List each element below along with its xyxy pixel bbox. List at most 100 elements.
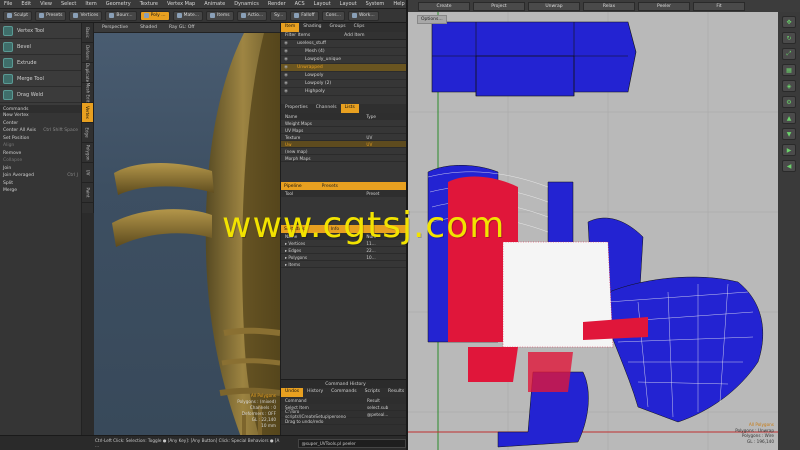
scale-icon[interactable]: ⤢: [782, 48, 796, 60]
item-row[interactable]: ◉ Lowpoly: [281, 72, 406, 80]
uv-project-button[interactable]: Project: [473, 1, 525, 11]
menu-view[interactable]: View: [40, 1, 52, 7]
menu-dynamics[interactable]: Dynamics: [234, 1, 259, 7]
grid-icon[interactable]: ▦: [782, 64, 796, 76]
rotate-icon[interactable]: ↻: [782, 32, 796, 44]
boundary-mode-button[interactable]: Bourr...: [105, 10, 137, 21]
tab-deform[interactable]: Deform: [82, 43, 93, 63]
arrow-up-icon[interactable]: ▲: [782, 112, 796, 124]
command-set-position[interactable]: Set Position: [0, 136, 81, 144]
command-join-averaged[interactable]: Join Averaged Ctrl J: [0, 173, 81, 181]
tab-item[interactable]: Item: [281, 23, 300, 32]
item-row[interactable]: ◉ Mesh (4): [281, 48, 406, 56]
menu-animate[interactable]: Animate: [204, 1, 225, 7]
presets-button[interactable]: Presets: [35, 10, 67, 21]
tab-history[interactable]: History: [303, 388, 327, 397]
menu-acs[interactable]: ACS: [295, 1, 305, 7]
vertex-map-row[interactable]: Uw UV: [281, 141, 406, 148]
command-center[interactable]: Center: [0, 121, 81, 129]
tab-clips[interactable]: Clips: [350, 23, 369, 32]
menu-vertex-map[interactable]: Vertex Map: [167, 1, 195, 7]
item-row[interactable]: ◉ Highpoly: [281, 88, 406, 96]
menu-help[interactable]: Help: [393, 1, 404, 7]
tab-vertex[interactable]: Vertex: [82, 103, 93, 123]
filter-items-field[interactable]: Filter Items: [285, 33, 310, 38]
item-row[interactable]: ◉ Lowpoly (2): [281, 80, 406, 88]
menu-select[interactable]: Select: [61, 1, 76, 7]
visibility-eye-icon[interactable]: ◉: [281, 49, 291, 54]
arrow-right-icon[interactable]: ▶: [782, 144, 796, 156]
menu-geometry[interactable]: Geometry: [106, 1, 131, 7]
tab-results[interactable]: Results: [384, 388, 408, 397]
visibility-eye-icon[interactable]: ◉: [281, 65, 291, 70]
vertices-mode-button[interactable]: Vertices: [69, 10, 103, 21]
viewport-raygl[interactable]: Ray GL: Off: [169, 25, 194, 30]
tool-drag-weld[interactable]: Drag Weld: [0, 87, 81, 103]
tab-uv[interactable]: UV: [82, 163, 93, 183]
command-split[interactable]: Split: [0, 181, 81, 189]
symmetry-button[interactable]: Sy...: [270, 10, 288, 21]
vertex-map-row[interactable]: UV Maps: [281, 127, 406, 134]
item-row[interactable]: ◉ useless_stuff: [281, 40, 406, 48]
uv-fit-button[interactable]: Fit: [693, 1, 745, 11]
command-new-vertex[interactable]: New Vertex: [0, 113, 81, 121]
snap-button[interactable]: Cons...: [321, 10, 345, 21]
history-row[interactable]: C:\Toro scripts\ICreateSetup\perseno @pet…: [281, 409, 407, 419]
vertex-map-row[interactable]: Weight Maps: [281, 120, 406, 127]
action-center-button[interactable]: Actio...: [236, 10, 268, 21]
pipeline-tab[interactable]: Pipeline: [284, 184, 302, 189]
statistics-row[interactable]: ▸ Polygons 10...: [281, 254, 406, 261]
statistics-row[interactable]: ▸ Items: [281, 261, 406, 268]
arrow-left-icon[interactable]: ◀: [782, 160, 796, 172]
item-row[interactable]: ◉ Lowpoly_unique: [281, 56, 406, 64]
arrow-down-icon[interactable]: ▼: [782, 128, 796, 140]
tab-basic[interactable]: Basic: [82, 23, 93, 43]
menu-edit[interactable]: Edit: [21, 1, 31, 7]
settings-icon[interactable]: ⚙: [782, 96, 796, 108]
tab-duplicate[interactable]: Duplicate: [82, 63, 93, 83]
menu-layout[interactable]: Layout: [340, 1, 357, 7]
command-line-input[interactable]: @super_UVTools.pl peeler: [297, 438, 406, 448]
falloff-button[interactable]: Falloff: [290, 10, 319, 21]
visibility-eye-icon[interactable]: ◉: [281, 73, 291, 78]
vertex-map-row[interactable]: Texture UV: [281, 134, 406, 141]
tab-polygon[interactable]: Polygon: [82, 143, 93, 163]
tab-commands[interactable]: Commands: [327, 388, 360, 397]
tab-mesh-edit[interactable]: Mesh Edit: [82, 83, 93, 103]
statistics-row[interactable]: ▸ Edges 22...: [281, 247, 406, 254]
tab-lists[interactable]: Lists: [340, 104, 359, 113]
tool-bevel[interactable]: Bevel: [0, 39, 81, 55]
viewport-shading[interactable]: Shaded: [140, 25, 157, 30]
uv-options-button[interactable]: Options...: [417, 15, 447, 24]
uv-relax-button[interactable]: Relax: [583, 1, 635, 11]
sculpt-button[interactable]: Sculpt: [3, 10, 33, 21]
tab-properties[interactable]: Properties: [281, 104, 312, 113]
tab-edge[interactable]: Edge: [82, 123, 93, 143]
menu-render[interactable]: Render: [268, 1, 286, 7]
uv-peeler-button[interactable]: Peeler: [638, 1, 690, 11]
presets-tab[interactable]: Presets: [322, 184, 338, 189]
visibility-eye-icon[interactable]: ◉: [281, 81, 291, 86]
items-mode-button[interactable]: Items: [206, 10, 234, 21]
tab-channels[interactable]: Channels: [312, 104, 341, 113]
item-row[interactable]: ◉ Unwrapped: [281, 64, 406, 72]
transform-icon[interactable]: ✥: [782, 16, 796, 28]
viewport-projection[interactable]: Perspective: [102, 25, 128, 30]
tab-paint[interactable]: Paint: [82, 183, 93, 203]
menu-system[interactable]: System: [366, 1, 385, 7]
vertex-map-row[interactable]: (new map): [281, 148, 406, 155]
command-join[interactable]: Join: [0, 166, 81, 174]
command-remove[interactable]: Remove: [0, 151, 81, 159]
command-merge[interactable]: Merge: [0, 188, 81, 196]
tool-extrude[interactable]: Extrude: [0, 55, 81, 71]
menu-file[interactable]: File: [4, 1, 12, 7]
visibility-eye-icon[interactable]: ◉: [281, 41, 291, 46]
element-move-icon[interactable]: ◈: [782, 80, 796, 92]
visibility-eye-icon[interactable]: ◉: [281, 89, 291, 94]
menu-layout[interactable]: Layout: [314, 1, 331, 7]
workplane-button[interactable]: Work...: [347, 10, 379, 21]
uv-create-button[interactable]: Create: [418, 1, 470, 11]
tool-merge-tool[interactable]: Merge Tool: [0, 71, 81, 87]
vertex-map-row[interactable]: Morph Maps: [281, 155, 406, 162]
tab-groups[interactable]: Groups: [326, 23, 350, 32]
